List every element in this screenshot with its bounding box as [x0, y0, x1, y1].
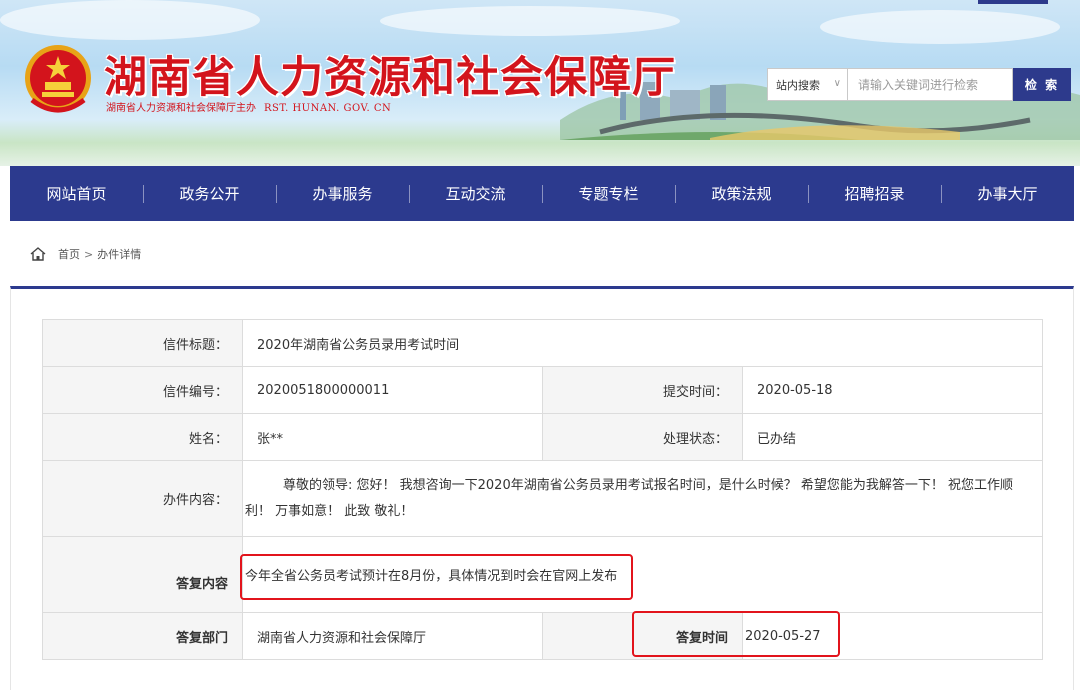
content-value: 尊敬的领导: 您好！ 我想咨询一下2020年湖南省公务员录用考试报名时间，是什么… — [242, 460, 1043, 537]
reply-dept-label: 答复部门 — [42, 612, 243, 660]
search-scope-select[interactable]: 站内搜索 ∨ — [767, 68, 847, 101]
breadcrumb-home-link[interactable]: 首页 — [58, 246, 80, 262]
highlight-box-reply-time — [632, 611, 840, 657]
cloud-decoration — [0, 0, 260, 40]
site-sponsor: 湖南省人力资源和社会保障厅主办 — [106, 103, 256, 114]
nav-item-recruitment[interactable]: 招聘招录 — [808, 183, 941, 204]
search-input[interactable] — [847, 68, 1013, 101]
title-value: 2020年湖南省公务员录用考试时间 — [242, 319, 1043, 367]
chevron-down-icon: ∨ — [833, 78, 841, 89]
table-row: 答复部门 湖南省人力资源和社会保障厅 答复时间 2020-05-27 — [42, 612, 1043, 660]
home-icon — [30, 247, 46, 261]
nav-item-home[interactable]: 网站首页 — [10, 183, 143, 204]
highlight-box-reply — [240, 554, 633, 600]
national-emblem-icon — [25, 45, 91, 113]
header-banner: 湖南省人力资源和社会保障厅 湖南省人力资源和社会保障厅主办 RST. HUNAN.… — [0, 0, 1080, 166]
table-row: 信件编号： 2020051800000011 提交时间： 2020-05-18 — [42, 366, 1043, 414]
reply-dept-value: 湖南省人力资源和社会保障厅 — [242, 612, 543, 660]
status-label: 处理状态： — [542, 413, 743, 461]
table-row: 办件内容： 尊敬的领导: 您好！ 我想咨询一下2020年湖南省公务员录用考试报名… — [42, 460, 1043, 537]
name-label: 姓名： — [42, 413, 243, 461]
nav-item-policy[interactable]: 政策法规 — [675, 183, 808, 204]
site-domain: RST. HUNAN. GOV. CN — [264, 103, 392, 114]
table-row: 信件标题： 2020年湖南省公务员录用考试时间 — [42, 319, 1043, 367]
title-label: 信件标题： — [42, 319, 243, 367]
nav-item-topics[interactable]: 专题专栏 — [542, 183, 675, 204]
table-row: 姓名： 张** 处理状态： 已办结 — [42, 413, 1043, 461]
nav-item-services[interactable]: 办事服务 — [276, 183, 409, 204]
site-title: 湖南省人力资源和社会保障厅 — [104, 53, 676, 103]
main-nav: 网站首页 政务公开 办事服务 互动交流 专题专栏 政策法规 招聘招录 办事大厅 — [10, 166, 1074, 221]
site-subtitle: 湖南省人力资源和社会保障厅主办 RST. HUNAN. GOV. CN — [106, 99, 391, 114]
search-button[interactable]: 检 索 — [1013, 68, 1071, 101]
status-value: 已办结 — [742, 413, 1043, 461]
breadcrumb-current: 办件详情 — [97, 248, 142, 261]
nav-item-service-hall[interactable]: 办事大厅 — [941, 183, 1074, 204]
submit-time-label: 提交时间： — [542, 366, 743, 414]
name-value: 张** — [242, 413, 543, 461]
letter-detail-table: 信件标题： 2020年湖南省公务员录用考试时间 信件编号： 2020051800… — [42, 319, 1043, 660]
content-label: 办件内容： — [42, 460, 243, 537]
top-accent-bar — [978, 0, 1048, 4]
submit-time-value: 2020-05-18 — [742, 366, 1043, 414]
search-box: 站内搜索 ∨ 检 索 — [767, 68, 1071, 101]
reply-content-label: 答复内容 — [42, 536, 243, 613]
breadcrumb: 首页 > 办件详情 — [30, 246, 141, 262]
cloud-decoration — [380, 6, 680, 36]
cloud-decoration — [820, 10, 1060, 44]
breadcrumb-separator: > — [84, 247, 94, 261]
search-scope-label: 站内搜索 — [776, 78, 820, 92]
number-label: 信件编号： — [42, 366, 243, 414]
number-value: 2020051800000011 — [242, 366, 543, 414]
nav-item-interaction[interactable]: 互动交流 — [409, 183, 542, 204]
nav-item-gov-affairs[interactable]: 政务公开 — [143, 183, 276, 204]
